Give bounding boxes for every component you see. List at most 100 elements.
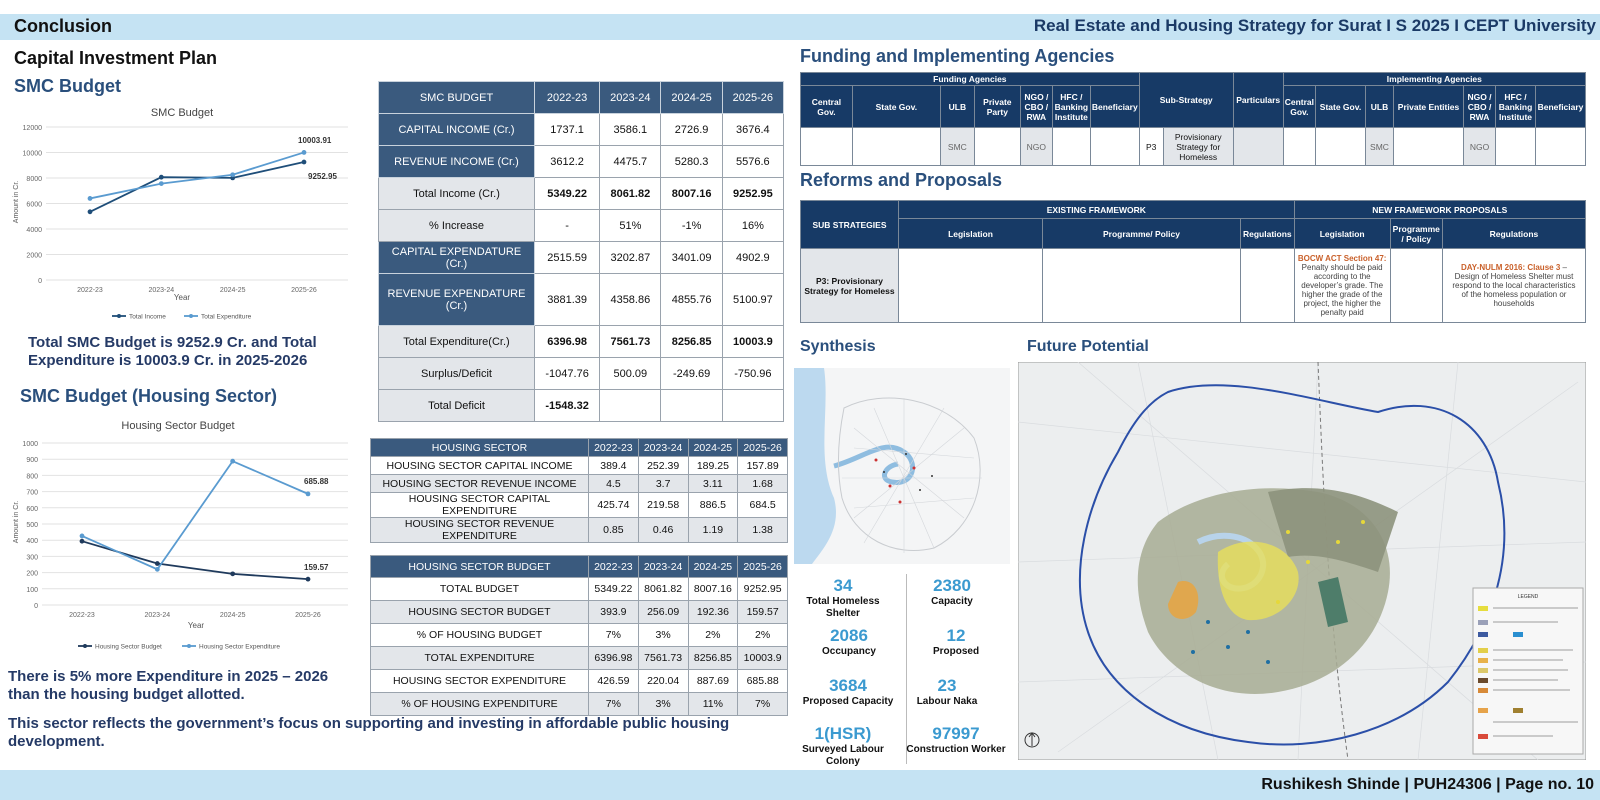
data-point — [79, 538, 85, 544]
table-cell: 5349.22 — [588, 577, 639, 601]
table-row: HOUSING SECTOR REVENUE EXPENDITURE 0.85 0.… — [370, 517, 788, 543]
data-point — [158, 181, 164, 186]
table-cell: 9252.95 — [737, 577, 788, 601]
y-tick-label: 800 — [26, 473, 38, 480]
stat-value: 2086 — [830, 626, 868, 645]
legend-marker — [83, 644, 87, 648]
y-axis-label: Amount in Cr. — [13, 501, 20, 543]
legend-marker — [189, 314, 193, 318]
new-col: Programme / Policy — [1389, 218, 1443, 249]
row-label: TOTAL EXPENDITURE — [370, 646, 589, 670]
row-label: Total Expenditure(Cr.) — [378, 325, 535, 358]
table-header-cell: 2024-25 — [687, 438, 739, 457]
table-cell: 8007.16 — [687, 577, 739, 601]
existing-framework-header: EXISTING FRAMEWORK — [898, 200, 1295, 219]
table-cell: 192.36 — [687, 600, 739, 624]
table-row: REVENUE INCOME (Cr.) 3612.2 4475.7 5280.3 55… — [378, 145, 785, 178]
chart-series — [79, 458, 311, 582]
x-tick-label: 2024-25 — [220, 287, 246, 294]
synthesis-map — [794, 368, 1010, 564]
table-cell: 389.4 — [588, 456, 639, 475]
x-axis-label: Year — [188, 621, 205, 630]
table-cell: 1737.1 — [533, 113, 601, 146]
y-tick-label: 200 — [26, 571, 38, 578]
table-cell: 426.59 — [588, 669, 639, 693]
stat-label: Surveyed Labour Colony — [802, 744, 884, 767]
impl-col: Private Entities — [1393, 85, 1464, 128]
y-tick-label: 0 — [38, 278, 42, 285]
future-title: Future Potential — [1027, 338, 1149, 355]
y-tick-label: 300 — [26, 554, 38, 561]
data-point — [230, 458, 236, 464]
table-row: HOUSING SECTOR CAPITAL INCOME 389.4 252.39… — [370, 456, 788, 475]
funding-col: ULB — [939, 85, 975, 128]
sub-strategy-header: Sub-Strategy — [1138, 72, 1234, 128]
funding-ngo: NGO — [1019, 127, 1053, 166]
table-cell: 4855.76 — [660, 273, 723, 326]
y-tick-label: 100 — [26, 587, 38, 594]
row-label: REVENUE EXPENDATURE (Cr.) — [378, 273, 535, 326]
annotation-expenditure: 685.88 — [304, 477, 329, 486]
table-cell: 684.5 — [737, 492, 788, 518]
table-cell: 3202.87 — [599, 241, 662, 274]
table-row: TOTAL EXPENDITURE 6396.98 7561.73 8256.85 10… — [370, 646, 788, 670]
legend-entry: Total Income — [129, 314, 166, 321]
data-point — [154, 566, 160, 572]
stat-shelters: 34 Total Homeless Shelter — [793, 576, 893, 620]
data-point — [79, 533, 85, 539]
y-tick-label: 700 — [26, 490, 38, 497]
table-cell: 3% — [637, 623, 689, 647]
table-cell: 1.68 — [737, 474, 788, 493]
table-header-cell: 2024-25 — [687, 555, 739, 578]
table-header-cell: HOUSING SECTOR — [370, 438, 589, 457]
stat-label: Proposed Capacity — [802, 696, 894, 707]
legend-marker — [187, 644, 191, 648]
series-line — [81, 460, 309, 571]
table-cell: -1548.32 — [533, 389, 601, 422]
table-cell: 256.09 — [637, 600, 689, 624]
data-point — [305, 576, 311, 582]
legend-title: LEGEND — [1518, 594, 1539, 600]
x-tick-label: 2025-26 — [295, 612, 321, 619]
y-tick-label: 900 — [26, 457, 38, 464]
stat-proposed: 12 Proposed — [906, 626, 1006, 658]
y-tick-label: 10000 — [23, 151, 43, 158]
chart-legend: Total Income Total Expenditure — [112, 314, 252, 321]
table-cell: 11% — [687, 692, 739, 716]
stat-value: 97997 — [932, 724, 980, 743]
table-header-row: SMC BUDGET 2022-23 2023-24 2024-25 2025-26 — [378, 81, 785, 114]
table-row: % OF HOUSING BUDGET 7% 3% 2% 2% — [370, 623, 788, 647]
impl-col: Beneficiary — [1535, 85, 1586, 128]
row-label: HOUSING SECTOR REVENUE EXPENDITURE — [370, 517, 589, 543]
smc-budget-title: SMC Budget — [14, 76, 121, 96]
annotation-budget: 159.57 — [304, 563, 329, 572]
row-label: Total Income (Cr.) — [378, 177, 535, 210]
table-cell: 3% — [637, 692, 689, 716]
row-label: HOUSING SECTOR CAPITAL INCOME — [370, 456, 589, 475]
chart-legend: Housing Sector Budget Housing Sector Expe… — [78, 644, 280, 651]
table-header-cell: 2023-24 — [637, 438, 689, 457]
stat-labour-naka: 23 Labour Naka — [897, 676, 997, 708]
page-heading: Conclusion — [14, 16, 112, 36]
table-row: TOTAL BUDGET 5349.22 8061.82 8007.16 9252.95 — [370, 577, 788, 601]
funding-col: HFC / Banking Institute — [1051, 85, 1091, 128]
data-point — [301, 159, 307, 165]
row-label: TOTAL BUDGET — [370, 577, 589, 601]
table-cell — [721, 389, 785, 422]
smc-budget-table: SMC BUDGET 2022-23 2023-24 2024-25 2025-26 CA… — [378, 81, 785, 422]
table-cell: 500.09 — [599, 357, 662, 390]
new-framework-header: NEW FRAMEWORK PROPOSALS — [1293, 200, 1587, 219]
table-row: HOUSING SECTOR BUDGET 393.9 256.09 192.36 15… — [370, 600, 788, 624]
housing-summary-2: This sector reflects the government’s fo… — [8, 715, 730, 750]
table-header-cell: 2023-24 — [599, 81, 662, 114]
table-cell: 16% — [721, 209, 785, 242]
table-cell: 7561.73 — [599, 325, 662, 358]
table-row: CAPITAL INCOME (Cr.) 1737.1 3586.1 2726.9 36… — [378, 113, 785, 146]
table-header-cell: 2022-23 — [588, 555, 639, 578]
housing-summary-1: There is 5% more Expenditure in 2025 – 2… — [8, 668, 329, 703]
x-tick-label: 2023-24 — [144, 612, 170, 619]
table-header-cell: SMC BUDGET — [378, 81, 535, 114]
table-cell: 4475.7 — [599, 145, 662, 178]
table-header-cell: 2024-25 — [660, 81, 723, 114]
data-point — [305, 491, 311, 497]
